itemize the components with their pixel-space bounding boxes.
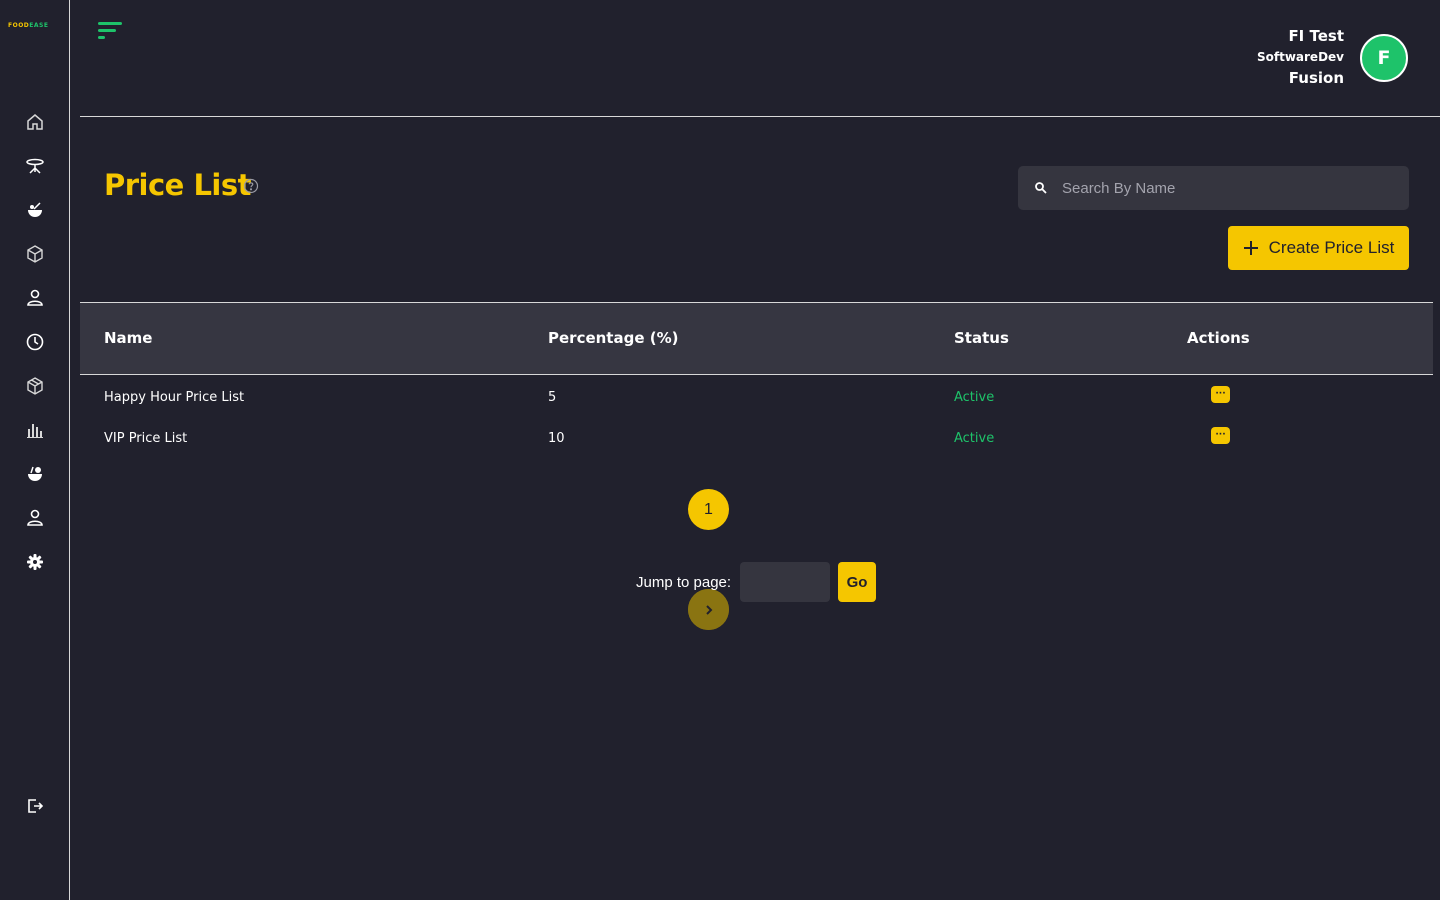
- home-icon: [27, 114, 43, 130]
- row-actions-button[interactable]: ···: [1211, 386, 1230, 403]
- sidebar-item-reports[interactable]: [0, 408, 70, 452]
- staff-icon: [27, 509, 43, 526]
- row-name: VIP Price List: [104, 431, 188, 446]
- menu-toggle-icon[interactable]: [98, 20, 124, 42]
- app-logo[interactable]: FOODEASE: [8, 22, 48, 29]
- sidebar-item-settings[interactable]: [0, 540, 70, 584]
- sidebar: FOODEASE: [0, 0, 70, 900]
- create-button-label: Create Price List: [1268, 238, 1395, 257]
- sidebar-item-home[interactable]: [0, 100, 70, 144]
- sidebar-item-staff[interactable]: [0, 496, 70, 540]
- sidebar-nav: [0, 100, 70, 584]
- sidebar-item-food[interactable]: [0, 188, 70, 232]
- search-icon: [1035, 182, 1047, 194]
- row-actions-button[interactable]: ···: [1211, 427, 1230, 444]
- table-row: Happy Hour Price List 5 Active ···: [80, 377, 1433, 417]
- help-icon[interactable]: [243, 178, 259, 194]
- header-divider: [80, 116, 1440, 117]
- column-header-actions: Actions: [1187, 329, 1250, 347]
- sidebar-item-tables[interactable]: [0, 144, 70, 188]
- table-row: VIP Price List 10 Active ···: [80, 418, 1433, 458]
- clock-icon: [26, 333, 44, 351]
- jump-to-page: Jump to page: Go: [636, 562, 877, 602]
- page-number-button[interactable]: 1: [688, 489, 729, 530]
- column-header-status: Status: [954, 329, 1009, 347]
- user-info: FI Test SoftwareDev Fusion: [1257, 26, 1344, 88]
- package-icon: [27, 377, 43, 395]
- box-icon: [27, 245, 43, 263]
- row-percentage: 5: [548, 390, 557, 405]
- sidebar-item-customers[interactable]: [0, 276, 70, 320]
- chevron-right-icon: [705, 604, 712, 615]
- dining-table-icon: [26, 158, 44, 174]
- user-org: SoftwareDev: [1256, 50, 1344, 64]
- sidebar-item-menu[interactable]: [0, 452, 70, 496]
- logout-icon: [28, 799, 44, 813]
- table-header: Name Percentage (%) Status Actions: [80, 303, 1433, 375]
- sidebar-item-products[interactable]: [0, 232, 70, 276]
- status-badge: Active: [954, 431, 995, 446]
- avatar[interactable]: F: [1360, 34, 1408, 82]
- column-header-percentage: Percentage (%): [548, 329, 679, 347]
- plus-icon: [1243, 241, 1258, 255]
- user-company: Fusion: [1288, 69, 1344, 87]
- user-icon: [27, 289, 43, 306]
- status-badge: Active: [954, 390, 995, 405]
- page-title: Price List: [104, 168, 252, 202]
- food-bowl-icon: [28, 202, 42, 217]
- pagination: 1: [688, 489, 729, 630]
- bar-chart-icon: [27, 424, 43, 438]
- create-price-list-button[interactable]: Create Price List: [1228, 226, 1409, 270]
- go-button[interactable]: Go: [838, 562, 877, 602]
- meal-icon: [28, 466, 42, 481]
- jump-to-page-label: Jump to page:: [636, 573, 732, 591]
- row-percentage: 10: [548, 431, 565, 446]
- search-input[interactable]: [1062, 166, 1402, 210]
- settings-gear-icon: [27, 554, 43, 570]
- user-name: FI Test: [1288, 27, 1344, 45]
- sidebar-item-history[interactable]: [0, 320, 70, 364]
- sidebar-item-inventory[interactable]: [0, 364, 70, 408]
- row-name: Happy Hour Price List: [104, 390, 245, 405]
- column-header-name: Name: [104, 329, 153, 347]
- logout-button[interactable]: [0, 784, 70, 828]
- search-box: [1018, 166, 1409, 210]
- jump-to-page-input[interactable]: [740, 562, 831, 602]
